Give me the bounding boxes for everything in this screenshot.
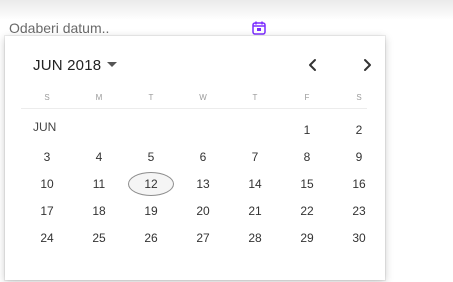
day-cell[interactable]: 27 xyxy=(177,224,229,251)
day-cell[interactable]: 2 xyxy=(333,116,385,143)
day-cell[interactable]: 18 xyxy=(73,197,125,224)
day-cell[interactable]: 6 xyxy=(177,143,229,170)
top-shadow xyxy=(0,0,453,20)
day-cell[interactable]: 21 xyxy=(229,197,281,224)
weekday-label: S xyxy=(44,93,50,102)
day-cell[interactable]: 25 xyxy=(73,224,125,251)
day-cell[interactable]: 8 xyxy=(281,143,333,170)
divider xyxy=(21,108,367,109)
day-cell[interactable]: 26 xyxy=(125,224,177,251)
day-cell[interactable]: 4 xyxy=(73,143,125,170)
weekday-label: M xyxy=(95,93,103,102)
month-year-label: JUN 2018 xyxy=(33,57,102,74)
day-cell[interactable]: 15 xyxy=(281,170,333,197)
day-cell-empty xyxy=(229,116,281,143)
day-cell[interactable]: 20 xyxy=(177,197,229,224)
day-cell[interactable]: 28 xyxy=(229,224,281,251)
next-month-button[interactable] xyxy=(355,53,379,77)
weekday-label: F xyxy=(304,93,310,102)
day-cell[interactable]: 16 xyxy=(333,170,385,197)
calendar-dropdown: JUN 2018 S M T W T F S JUN 1 2 3 4 5 6 7… xyxy=(5,36,385,280)
day-cell[interactable]: 17 xyxy=(21,197,73,224)
day-cell-empty xyxy=(125,116,177,143)
prev-month-button[interactable] xyxy=(301,53,325,77)
day-cell[interactable]: 19 xyxy=(125,197,177,224)
day-cell[interactable]: 1 xyxy=(281,116,333,143)
day-cell-empty xyxy=(177,116,229,143)
day-cell[interactable]: 23 xyxy=(333,197,385,224)
chevron-right-icon xyxy=(364,59,371,71)
calendar-icon[interactable] xyxy=(251,20,267,36)
day-cell[interactable]: 5 xyxy=(125,143,177,170)
weekday-label: T xyxy=(148,93,154,102)
weekday-label: S xyxy=(356,93,362,102)
day-cell[interactable]: 13 xyxy=(177,170,229,197)
day-cell[interactable]: 30 xyxy=(333,224,385,251)
day-cell[interactable]: 9 xyxy=(333,143,385,170)
weekday-label: T xyxy=(252,93,258,102)
date-input[interactable] xyxy=(9,18,209,38)
weekday-label: W xyxy=(199,93,207,102)
day-cell-selected[interactable]: 12 xyxy=(125,170,177,197)
month-year-selector[interactable]: JUN 2018 xyxy=(33,57,118,74)
day-cell-empty xyxy=(73,116,125,143)
day-cell[interactable]: 3 xyxy=(21,143,73,170)
caret-down-icon xyxy=(107,61,118,67)
calendar-days-grid: 1 2 3 4 5 6 7 8 9 10 11 12 13 14 15 16 1… xyxy=(21,116,385,251)
day-cell[interactable]: 24 xyxy=(21,224,73,251)
day-cell-empty xyxy=(21,116,73,143)
weekday-header-row: S M T W T F S xyxy=(21,93,385,102)
calendar-header: JUN 2018 xyxy=(5,36,385,86)
day-cell[interactable]: 14 xyxy=(229,170,281,197)
day-cell[interactable]: 7 xyxy=(229,143,281,170)
day-cell[interactable]: 22 xyxy=(281,197,333,224)
day-cell[interactable]: 10 xyxy=(21,170,73,197)
chevron-left-icon xyxy=(309,59,316,71)
day-cell[interactable]: 11 xyxy=(73,170,125,197)
day-cell[interactable]: 29 xyxy=(281,224,333,251)
